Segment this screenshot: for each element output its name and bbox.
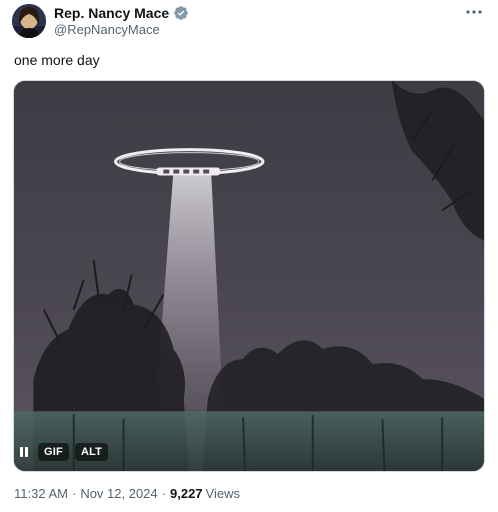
meta-separator: · xyxy=(161,486,166,501)
author-handle[interactable]: @RepNancyMace xyxy=(54,22,160,38)
tweet-meta: 11:32 AM · Nov 12, 2024 · 9,227 Views xyxy=(14,486,240,502)
display-name[interactable]: Rep. Nancy Mace xyxy=(54,4,169,22)
more-options-icon[interactable] xyxy=(462,2,486,22)
ufo-scene-image xyxy=(14,81,484,471)
gif-badge: GIF xyxy=(38,443,69,461)
pause-icon[interactable] xyxy=(16,443,32,461)
tweet: Rep. Nancy Mace @RepNancyMace one more d… xyxy=(0,0,498,512)
media-controls: GIF ALT xyxy=(16,443,109,461)
views-label: Views xyxy=(205,486,240,501)
media-gif[interactable] xyxy=(13,80,485,472)
verified-badge-icon[interactable] xyxy=(173,5,189,21)
alt-text-button[interactable]: ALT xyxy=(74,443,109,461)
tweet-date[interactable]: Nov 12, 2024 xyxy=(80,486,157,502)
author-name-row[interactable]: Rep. Nancy Mace xyxy=(54,4,189,22)
meta-separator: · xyxy=(71,486,77,501)
tweet-text: one more day xyxy=(14,52,100,68)
avatar[interactable] xyxy=(12,4,46,38)
views-count: 9,227 xyxy=(170,486,203,501)
tweet-time[interactable]: 11:32 AM xyxy=(14,486,68,502)
